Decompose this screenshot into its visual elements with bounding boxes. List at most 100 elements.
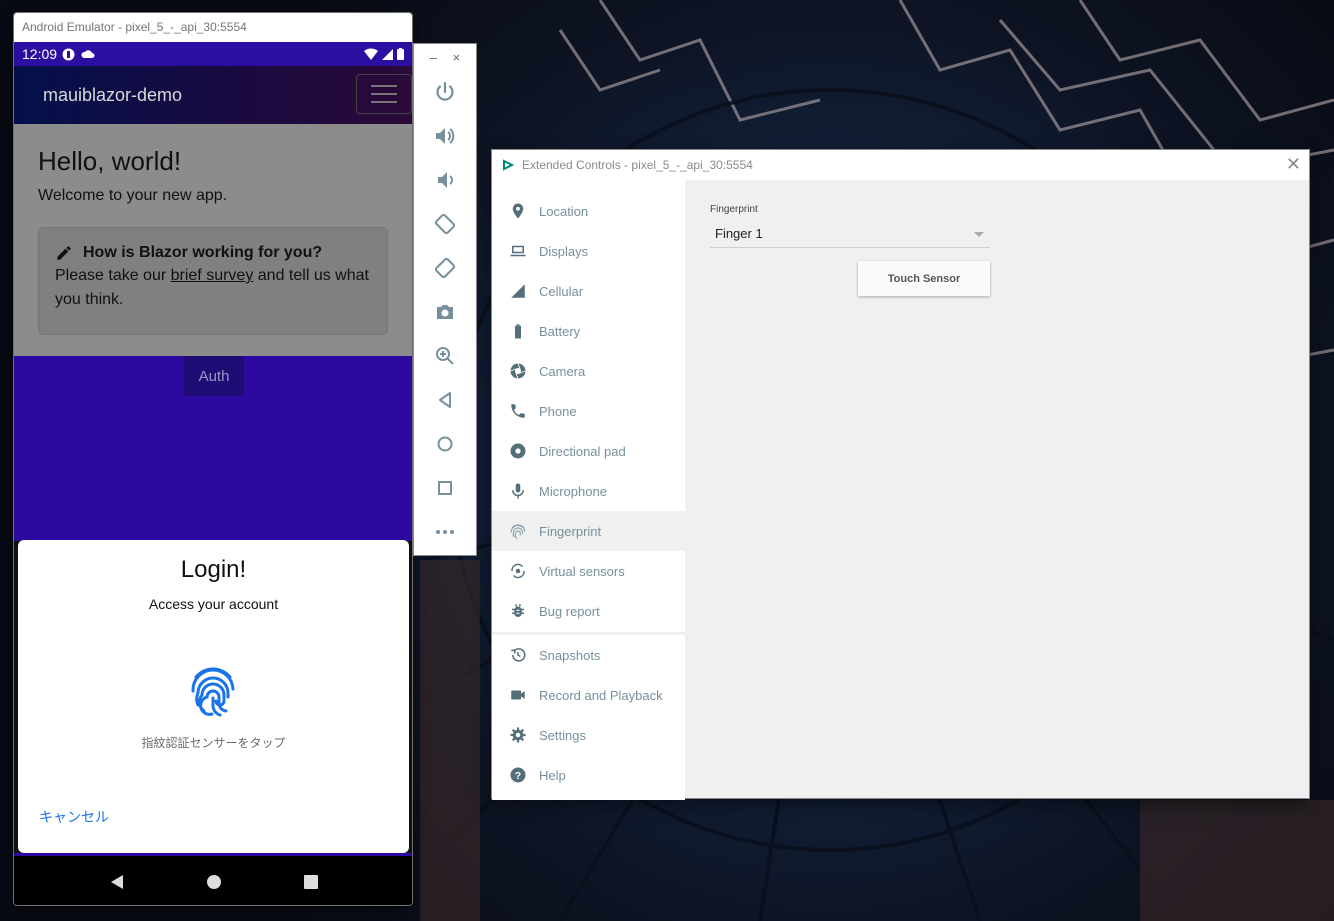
power-button[interactable] xyxy=(414,70,476,114)
sidebar-item-battery[interactable]: Battery xyxy=(492,311,685,351)
emulator-logo-icon xyxy=(503,159,514,171)
volume-down-icon xyxy=(438,172,453,188)
rotate-right-button[interactable] xyxy=(414,246,476,290)
close-icon[interactable]: ✕ xyxy=(1286,155,1301,173)
bug-icon xyxy=(512,604,524,617)
help-icon: ? xyxy=(510,767,526,783)
svg-text:?: ? xyxy=(515,770,521,782)
sidebar-item-virtual-sensors[interactable]: Virtual sensors xyxy=(492,551,685,591)
app-content: Hello, world! Welcome to your new app. H… xyxy=(14,124,412,356)
history-icon xyxy=(511,648,526,662)
fingerprint-select-value: Finger 1 xyxy=(715,226,763,241)
android-status-bar: 12:09 xyxy=(14,42,412,66)
circle-logo-icon xyxy=(62,48,75,60)
dpad-icon xyxy=(510,443,526,459)
sidebar-item-label: Camera xyxy=(539,363,586,379)
fingerprint-icon[interactable] xyxy=(190,665,236,717)
home-icon xyxy=(437,436,453,452)
survey-title: How is Blazor working for you? xyxy=(83,244,323,261)
extended-controls-titlebar: Extended Controls - pixel_5_-_api_30:555… xyxy=(492,150,1309,180)
battery-icon xyxy=(397,48,404,60)
touch-sensor-button[interactable]: Touch Sensor xyxy=(858,261,990,296)
videocam-icon xyxy=(511,690,525,700)
hamburger-line xyxy=(371,101,397,103)
fingerprint-panel: Fingerprint Finger 1 Touch Sensor xyxy=(685,180,1309,798)
rotation-icon xyxy=(511,563,525,579)
auth-button[interactable]: Auth xyxy=(184,356,244,396)
power-icon xyxy=(436,81,454,101)
emulator-title: Android Emulator - pixel_5_-_api_30:5554 xyxy=(14,13,412,42)
sidebar-item-label: Record and Playback xyxy=(539,687,663,703)
sidebar-item-label: Displays xyxy=(539,243,589,259)
rotate-right-icon xyxy=(434,257,456,279)
page-heading: Hello, world! xyxy=(38,146,182,176)
sidebar-item-label: Directional pad xyxy=(539,443,626,459)
hamburger-line xyxy=(371,85,397,87)
sidebar-item-snapshots[interactable]: Snapshots xyxy=(492,635,685,675)
sidebar-item-label: Microphone xyxy=(539,483,607,499)
rotate-left-button[interactable] xyxy=(414,202,476,246)
fingerprint-label: Fingerprint xyxy=(710,204,758,215)
sidebar-item-help[interactable]: ? Help xyxy=(492,755,685,795)
survey-text-before: Please take our xyxy=(55,267,171,284)
app-navbar: mauiblazor-demo xyxy=(14,66,412,124)
nav-recents-icon[interactable] xyxy=(303,874,319,890)
android-nav-bar xyxy=(14,856,412,905)
sidebar-item-camera[interactable]: Camera xyxy=(492,351,685,391)
nav-home-icon[interactable] xyxy=(206,874,222,890)
rotate-left-icon xyxy=(434,213,456,235)
sidebar-item-label: Snapshots xyxy=(539,647,601,663)
sidebar-item-record-playback[interactable]: Record and Playback xyxy=(492,675,685,715)
sidebar-item-cellular[interactable]: Cellular xyxy=(492,271,685,311)
volume-up-icon xyxy=(436,128,455,144)
back-button[interactable] xyxy=(414,378,476,422)
more-button[interactable] xyxy=(414,510,476,554)
wifi-icon xyxy=(364,48,378,60)
sidebar-item-label: Settings xyxy=(539,727,586,743)
sidebar-item-settings[interactable]: Settings xyxy=(492,715,685,755)
screenshot-button[interactable] xyxy=(414,290,476,334)
survey-body: Please take our brief survey and tell us… xyxy=(55,264,371,312)
fingerprint-select[interactable]: Finger 1 xyxy=(710,222,990,248)
volume-up-button[interactable] xyxy=(414,114,476,158)
close-button[interactable]: × xyxy=(453,50,461,65)
sidebar-item-displays[interactable]: Displays xyxy=(492,231,685,271)
sidebar-item-fingerprint[interactable]: Fingerprint xyxy=(492,511,685,551)
app-purple-area: Auth xyxy=(14,356,412,541)
minimize-button[interactable]: – xyxy=(430,50,437,65)
menu-toggle-button[interactable] xyxy=(356,74,412,114)
gear-icon xyxy=(510,727,526,743)
cancel-button[interactable]: キャンセル xyxy=(39,807,109,827)
zoom-button[interactable] xyxy=(414,334,476,378)
sidebar-item-phone[interactable]: Phone xyxy=(492,391,685,431)
sidebar-item-label: Battery xyxy=(539,323,581,339)
sidebar-item-microphone[interactable]: Microphone xyxy=(492,471,685,511)
fingerprint-hint: 指紋認証センサーをタップ xyxy=(141,736,286,750)
home-button[interactable] xyxy=(414,422,476,466)
battery-icon xyxy=(515,324,521,339)
status-time: 12:09 xyxy=(22,46,58,62)
sidebar-item-label: Fingerprint xyxy=(539,523,602,539)
back-icon xyxy=(439,392,451,408)
welcome-text: Welcome to your new app. xyxy=(38,187,228,204)
notification-app-icon xyxy=(62,48,95,61)
nav-back-icon[interactable] xyxy=(109,874,125,890)
overview-button[interactable] xyxy=(414,466,476,510)
sidebar-item-label: Phone xyxy=(539,403,577,419)
sidebar-item-bug-report[interactable]: Bug report xyxy=(492,591,685,631)
extended-controls-window: Extended Controls - pixel_5_-_api_30:555… xyxy=(491,149,1310,800)
sidebar-item-location[interactable]: Location xyxy=(492,191,685,231)
status-icons xyxy=(364,48,404,60)
survey-link[interactable]: brief survey xyxy=(171,267,254,284)
extended-controls-sidebar: Location Displays Cellular Battery Camer… xyxy=(492,180,685,800)
volume-down-button[interactable] xyxy=(414,158,476,202)
extended-controls-title: Extended Controls - pixel_5_-_api_30:555… xyxy=(522,158,753,172)
phone-icon xyxy=(511,404,525,418)
sidebar-item-label: Cellular xyxy=(539,283,584,299)
app-brand[interactable]: mauiblazor-demo xyxy=(43,85,182,106)
aperture-icon xyxy=(510,363,526,379)
cloud-icon xyxy=(81,50,95,58)
sidebar-item-label: Help xyxy=(539,767,566,783)
microphone-icon xyxy=(512,483,524,499)
sidebar-item-directional-pad[interactable]: Directional pad xyxy=(492,431,685,471)
